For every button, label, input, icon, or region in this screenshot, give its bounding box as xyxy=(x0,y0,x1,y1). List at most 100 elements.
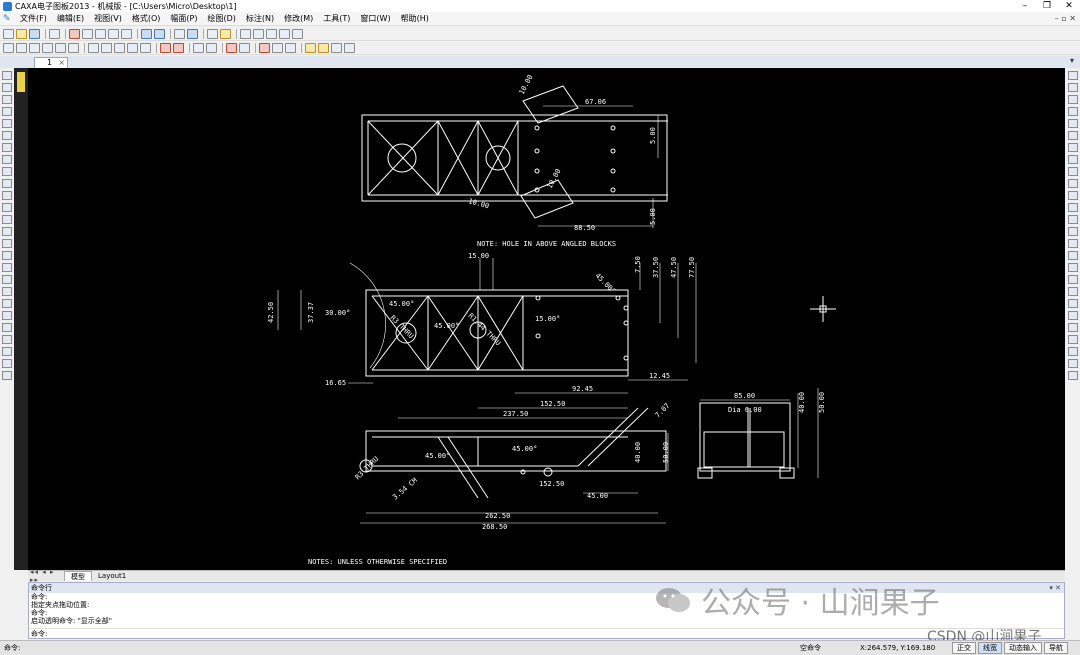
stretch-tool-icon[interactable] xyxy=(1068,167,1078,176)
copy-icon[interactable] xyxy=(82,28,93,39)
menu-help[interactable]: 帮助(H) xyxy=(396,13,434,24)
offset-tool-icon[interactable] xyxy=(1068,179,1078,188)
match-properties-icon[interactable] xyxy=(108,28,119,39)
menu-modify[interactable]: 修改(M) xyxy=(279,13,318,24)
sheet-settings-icon[interactable] xyxy=(68,42,79,53)
ellipse-tool-icon[interactable] xyxy=(2,143,12,152)
layer-manager-tool-icon[interactable] xyxy=(1068,347,1078,356)
close-button[interactable]: ✕ xyxy=(1058,0,1080,12)
document-tab[interactable]: 1 × xyxy=(34,57,68,68)
arrow-tool-icon[interactable] xyxy=(2,323,12,332)
tab-overflow-icon[interactable]: ▾ xyxy=(1070,56,1074,65)
rectangle-tool-icon[interactable] xyxy=(2,155,12,164)
weld-icon[interactable] xyxy=(285,42,296,53)
align-tool-icon[interactable] xyxy=(1068,227,1078,236)
menu-dimension[interactable]: 标注(N) xyxy=(241,13,279,24)
zoom-realtime-icon[interactable] xyxy=(253,28,264,39)
spline-tool-icon[interactable] xyxy=(2,119,12,128)
text-icon[interactable] xyxy=(239,42,250,53)
tab-layout1[interactable]: Layout1 xyxy=(92,571,132,581)
measure-tool-icon[interactable] xyxy=(1068,323,1078,332)
maximize-button[interactable]: ❐ xyxy=(1036,0,1058,12)
new-file-icon[interactable] xyxy=(3,28,14,39)
cad-drawing[interactable]: 10.00 67.06 5.00 10.00 10.00 88.50 5.00 … xyxy=(28,68,1065,570)
command-input[interactable] xyxy=(49,630,950,638)
dimension-diameter-tool-icon[interactable] xyxy=(1068,275,1078,284)
trim-tool-icon[interactable] xyxy=(2,263,12,272)
zoom-previous-icon[interactable] xyxy=(292,28,303,39)
part-number-icon[interactable] xyxy=(42,42,53,53)
zoom-all-icon[interactable] xyxy=(279,28,290,39)
fillet-tool-icon[interactable] xyxy=(1068,155,1078,164)
ortho-toggle[interactable]: 正交 xyxy=(952,642,976,654)
line-tool-icon[interactable] xyxy=(2,71,12,80)
paste-icon[interactable] xyxy=(95,28,106,39)
hatch-tool-icon[interactable] xyxy=(2,203,12,212)
delete-tool-icon[interactable] xyxy=(1068,71,1078,80)
radius-dimension-icon[interactable] xyxy=(173,42,184,53)
equidistant-tool-icon[interactable] xyxy=(2,191,12,200)
leader-icon[interactable] xyxy=(305,42,316,53)
table-icon[interactable] xyxy=(55,42,66,53)
polyline-tool-icon[interactable] xyxy=(2,83,12,92)
rotate-tool-icon[interactable] xyxy=(1068,107,1078,116)
image-tool-icon[interactable] xyxy=(2,347,12,356)
explode-tool-icon[interactable] xyxy=(1068,191,1078,200)
pan-icon[interactable] xyxy=(240,28,251,39)
dimension-edit-tool-icon[interactable] xyxy=(1068,287,1078,296)
symbol-icon[interactable] xyxy=(259,42,270,53)
extend-tool-icon[interactable] xyxy=(2,275,12,284)
surface-roughness-icon[interactable] xyxy=(193,42,204,53)
dimension-angle-tool-icon[interactable] xyxy=(1068,251,1078,260)
save-icon[interactable] xyxy=(29,28,40,39)
frame-icon[interactable] xyxy=(3,42,14,53)
tolerance-icon[interactable] xyxy=(226,42,237,53)
mirror-tool-icon[interactable] xyxy=(1068,119,1078,128)
dimension-radius-tool-icon[interactable] xyxy=(1068,263,1078,272)
inquiry-tool-icon[interactable] xyxy=(1068,335,1078,344)
dynamic-input-toggle[interactable]: 动态输入 xyxy=(1004,642,1042,654)
point-tool-icon[interactable] xyxy=(2,131,12,140)
print-icon[interactable] xyxy=(49,28,60,39)
menu-edit[interactable]: 编辑(E) xyxy=(52,13,89,24)
zoom-window-icon[interactable] xyxy=(266,28,277,39)
properties-icon[interactable] xyxy=(207,28,218,39)
cut-icon[interactable] xyxy=(69,28,80,39)
menu-tools[interactable]: 工具(T) xyxy=(318,13,355,24)
linear-dimension-icon[interactable] xyxy=(160,42,171,53)
arc-tool-icon[interactable] xyxy=(2,107,12,116)
wave-line-tool-icon[interactable] xyxy=(2,299,12,308)
double-line-tool-icon[interactable] xyxy=(2,311,12,320)
section-view-icon[interactable] xyxy=(101,42,112,53)
center-mark-icon[interactable] xyxy=(331,42,342,53)
break-tool-icon[interactable] xyxy=(2,287,12,296)
help-icon[interactable] xyxy=(187,28,198,39)
view-align-icon[interactable] xyxy=(127,42,138,53)
mdi-window-controls[interactable]: – ▫ ✕ xyxy=(1055,14,1080,23)
minimize-button[interactable]: – xyxy=(1014,0,1036,12)
menu-logo-icon[interactable]: ✎ xyxy=(3,14,15,24)
menu-format[interactable]: 格式(O) xyxy=(127,13,166,24)
move-tool-icon[interactable] xyxy=(1068,83,1078,92)
block-icon[interactable] xyxy=(344,42,355,53)
undo-icon[interactable] xyxy=(141,28,152,39)
snap-tool-icon[interactable] xyxy=(1068,299,1078,308)
detail-view-icon[interactable] xyxy=(114,42,125,53)
menu-draw[interactable]: 绘图(D) xyxy=(202,13,240,24)
tab-model[interactable]: 模型 xyxy=(64,571,92,581)
lengthen-tool-icon[interactable] xyxy=(1068,215,1078,224)
chamfer-tool-icon[interactable] xyxy=(2,251,12,260)
menu-sheet[interactable]: 幅面(P) xyxy=(165,13,202,24)
scale-tool-icon[interactable] xyxy=(1068,131,1078,140)
menu-window[interactable]: 窗口(W) xyxy=(355,13,395,24)
drawing-canvas[interactable]: 10.00 67.06 5.00 10.00 10.00 88.50 5.00 … xyxy=(28,68,1065,570)
command-panel-controls[interactable]: ▾ ✕ xyxy=(1049,583,1064,593)
polygon-tool-icon[interactable] xyxy=(2,167,12,176)
view-projection-icon[interactable] xyxy=(88,42,99,53)
datum-icon[interactable] xyxy=(206,42,217,53)
join-tool-icon[interactable] xyxy=(1068,203,1078,212)
circle-tool-icon[interactable] xyxy=(2,95,12,104)
dimension-linear-tool-icon[interactable] xyxy=(1068,239,1078,248)
fill-tool-icon[interactable] xyxy=(2,215,12,224)
attribute-tool-icon[interactable] xyxy=(2,359,12,368)
